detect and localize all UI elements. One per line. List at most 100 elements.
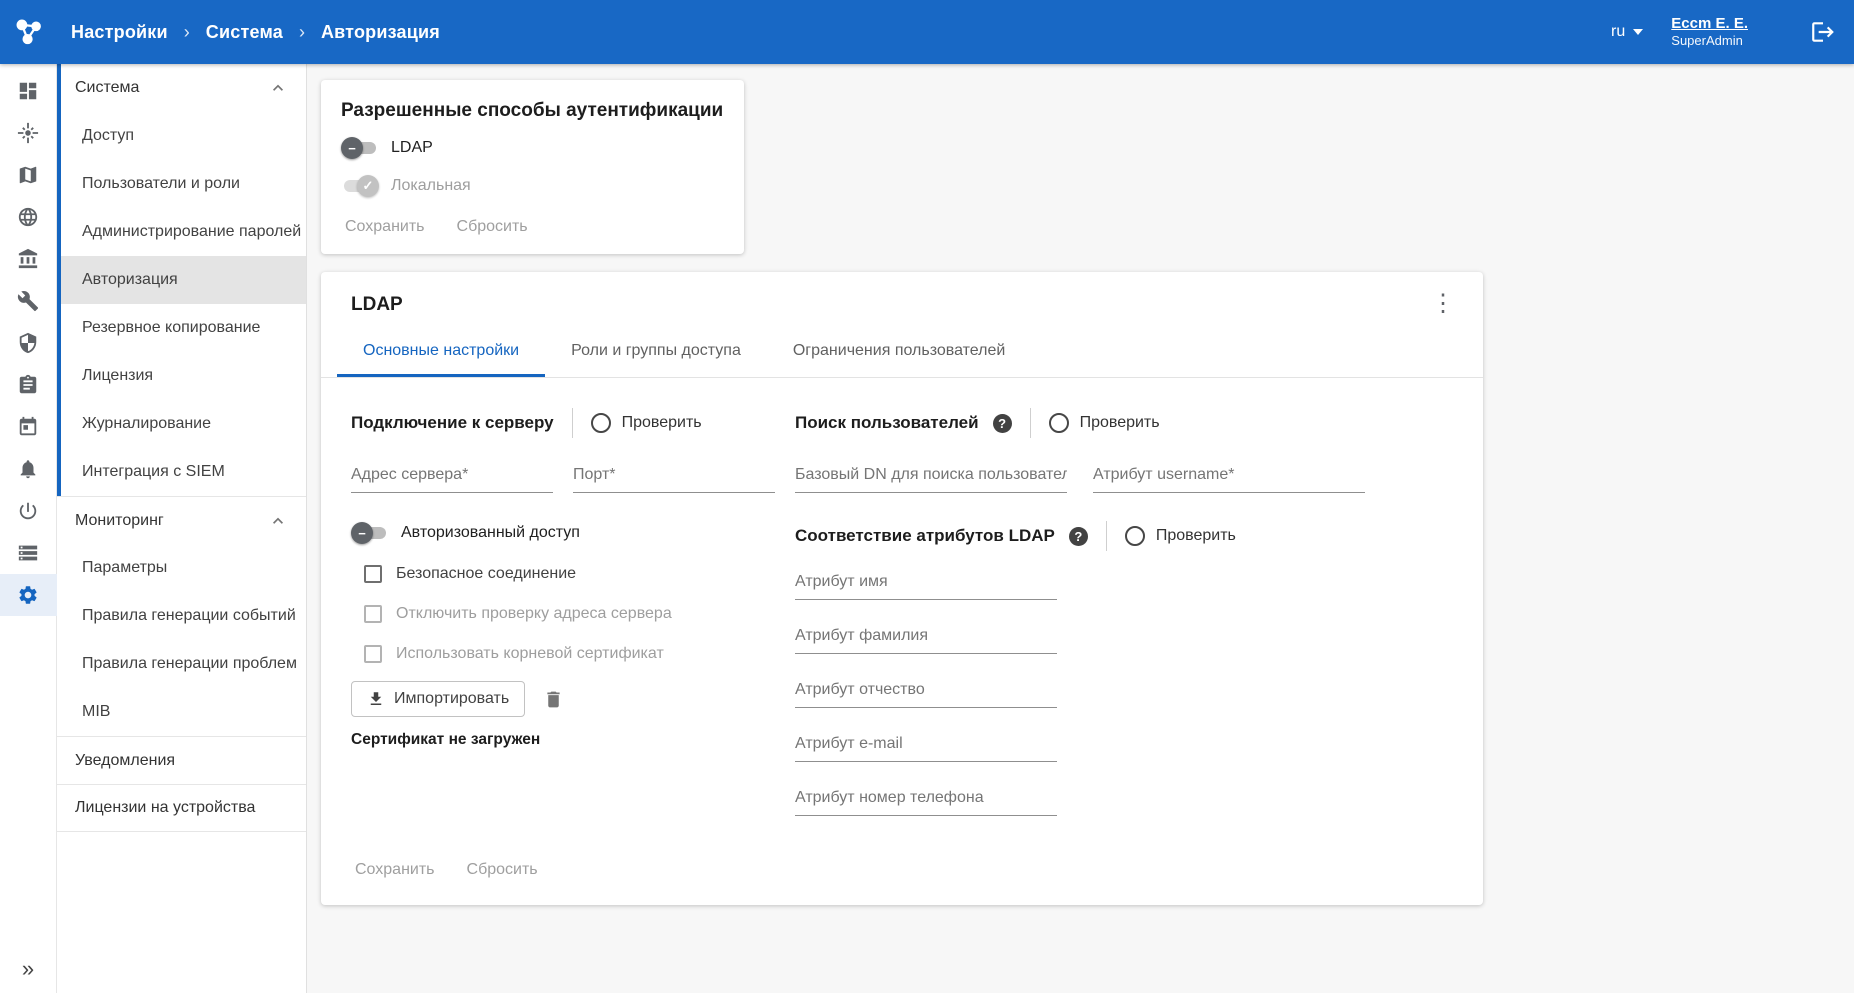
trash-icon: [543, 689, 564, 710]
breadcrumb-system[interactable]: Система: [206, 22, 283, 43]
bell-icon: [17, 458, 39, 480]
rail-map-button[interactable]: [0, 154, 57, 196]
chevron-up-icon: [268, 78, 288, 98]
sidebar-item-authorization[interactable]: Авторизация: [57, 256, 306, 304]
sidebar-item-license[interactable]: Лицензия: [57, 352, 306, 400]
map-icon: [17, 164, 39, 186]
attr-lastname-input[interactable]: [795, 611, 1057, 654]
auth-methods-card: Разрешенные способы аутентификации − LDA…: [321, 80, 744, 254]
auth-save-button[interactable]: Сохранить: [345, 218, 425, 236]
help-icon[interactable]: ?: [1069, 527, 1088, 546]
attr-firstname-input[interactable]: [795, 557, 1057, 600]
username-attr-input[interactable]: [1093, 450, 1365, 493]
sidebar-item-backup[interactable]: Резервное копирование: [57, 304, 306, 352]
rail-storage-button[interactable]: [0, 532, 57, 574]
sidebar-item-label: Резервное копирование: [82, 319, 260, 337]
ldap-reset-button[interactable]: Сбросить: [467, 861, 538, 879]
ldap-toggle-row: − LDAP: [341, 136, 724, 160]
sidebar-item-siem[interactable]: Интеграция с SIEM: [57, 448, 306, 496]
rail-tools-button[interactable]: [0, 280, 57, 322]
dashboard-icon: [17, 80, 39, 102]
sidebar-item-event-rules[interactable]: Правила генерации событий: [57, 592, 306, 640]
breadcrumb-authorization[interactable]: Авторизация: [321, 22, 440, 43]
sidebar-item-logging[interactable]: Журналирование: [57, 400, 306, 448]
topbar: Настройки › Система › Авторизация ru Ecc…: [0, 0, 1854, 64]
port-input[interactable]: [573, 450, 775, 493]
user-role: SuperAdmin: [1671, 33, 1748, 49]
rail-events-button[interactable]: [0, 112, 57, 154]
rail-notifications-button[interactable]: [0, 448, 57, 490]
rail-security-button[interactable]: [0, 322, 57, 364]
sidebar-item-mib[interactable]: MIB: [57, 688, 306, 736]
attr-phone-input[interactable]: [795, 773, 1057, 816]
sidebar-item-problem-rules[interactable]: Правила генерации проблем: [57, 640, 306, 688]
server-address-field-wrap: [351, 450, 553, 493]
sidebar-item-parameters[interactable]: Параметры: [57, 544, 306, 592]
connection-check-button[interactable]: Проверить: [591, 413, 702, 433]
sidebar-item-label: MIB: [82, 703, 110, 721]
local-auth-toggle[interactable]: ✓: [341, 175, 379, 197]
checkbox-icon: [364, 605, 382, 623]
connection-check-label: Проверить: [622, 414, 702, 432]
breadcrumb-settings[interactable]: Настройки: [71, 22, 168, 43]
rail-settings-button[interactable]: [0, 574, 57, 616]
rail-power-button[interactable]: [0, 490, 57, 532]
sidebar-section-label: Лицензии на устройства: [75, 799, 255, 817]
sidebar-item-users-roles[interactable]: Пользователи и роли: [57, 160, 306, 208]
disable-address-check-label: Отключить проверку адреса сервера: [396, 605, 672, 623]
disable-address-check-checkbox[interactable]: Отключить проверку адреса сервера: [364, 601, 775, 627]
ldap-toggle[interactable]: −: [341, 137, 379, 159]
sidebar: Система Доступ Пользователи и роли Админ…: [57, 64, 307, 993]
attr-mapping-check-button[interactable]: Проверить: [1125, 526, 1236, 546]
sidebar-section-device-licenses[interactable]: Лицензии на устройства: [57, 784, 306, 832]
username-attr-field-wrap: [1093, 450, 1365, 493]
rail-tasks-button[interactable]: [0, 364, 57, 406]
tab-user-restrictions[interactable]: Ограничения пользователей: [767, 328, 1031, 377]
attr-middlename-input[interactable]: [795, 665, 1057, 708]
radio-circle-icon: [591, 413, 611, 433]
tab-roles-groups[interactable]: Роли и группы доступа: [545, 328, 767, 377]
sidebar-item-password-admin[interactable]: Администрирование паролей: [57, 208, 306, 256]
import-certificate-button[interactable]: Импортировать: [351, 681, 525, 717]
rail-dashboard-button[interactable]: [0, 70, 57, 112]
rail-devices-button[interactable]: [0, 238, 57, 280]
rail-network-button[interactable]: [0, 196, 57, 238]
user-search-check-button[interactable]: Проверить: [1049, 413, 1160, 433]
logout-button[interactable]: [1810, 19, 1836, 45]
sidebar-section-notifications[interactable]: Уведомления: [57, 736, 306, 784]
attr-email-input[interactable]: [795, 719, 1057, 762]
gear-icon: [17, 584, 39, 606]
base-dn-input[interactable]: [795, 450, 1067, 493]
user-menu[interactable]: Eccm Е. Е. SuperAdmin: [1671, 15, 1748, 50]
delete-certificate-button[interactable]: [543, 689, 564, 710]
rail-calendar-button[interactable]: [0, 406, 57, 448]
sidebar-item-access[interactable]: Доступ: [57, 112, 306, 160]
app-logo[interactable]: [0, 15, 57, 49]
sidebar-section-system[interactable]: Система: [57, 64, 306, 112]
vertical-divider: [572, 408, 573, 438]
sidebar-section-monitoring[interactable]: Мониторинг: [57, 496, 306, 544]
vertical-divider: [1106, 521, 1107, 551]
user-search-title: Поиск пользователей: [795, 413, 979, 433]
tab-basic-settings[interactable]: Основные настройки: [337, 328, 545, 377]
kebab-menu-icon[interactable]: ⋮: [1425, 294, 1461, 314]
attr-mapping-title: Соответствие атрибутов LDAP: [795, 526, 1055, 546]
root-certificate-checkbox[interactable]: Использовать корневой сертификат: [364, 641, 775, 667]
help-icon[interactable]: ?: [993, 414, 1012, 433]
clipboard-icon: [17, 374, 39, 396]
auth-reset-button[interactable]: Сбросить: [457, 218, 528, 236]
local-auth-toggle-row: ✓ Локальная: [341, 174, 724, 198]
language-selector[interactable]: ru: [1611, 23, 1643, 41]
checkbox-icon: [364, 645, 382, 663]
attr-mapping-section-header: Соответствие атрибутов LDAP ? Проверить: [795, 519, 1453, 553]
sidebar-expand-button[interactable]: »: [0, 951, 57, 987]
secure-connection-checkbox[interactable]: Безопасное соединение: [364, 561, 775, 587]
auth-methods-title: Разрешенные способы аутентификации: [341, 100, 724, 122]
checkbox-icon: [364, 565, 382, 583]
ldap-card-title: LDAP: [351, 294, 403, 316]
server-address-input[interactable]: [351, 450, 553, 493]
ldap-card: LDAP ⋮ Основные настройки Роли и группы …: [321, 272, 1483, 905]
authorized-access-toggle[interactable]: −: [351, 522, 389, 544]
ldap-save-button[interactable]: Сохранить: [355, 861, 435, 879]
toggle-thumb-check-icon: ✓: [357, 175, 379, 197]
